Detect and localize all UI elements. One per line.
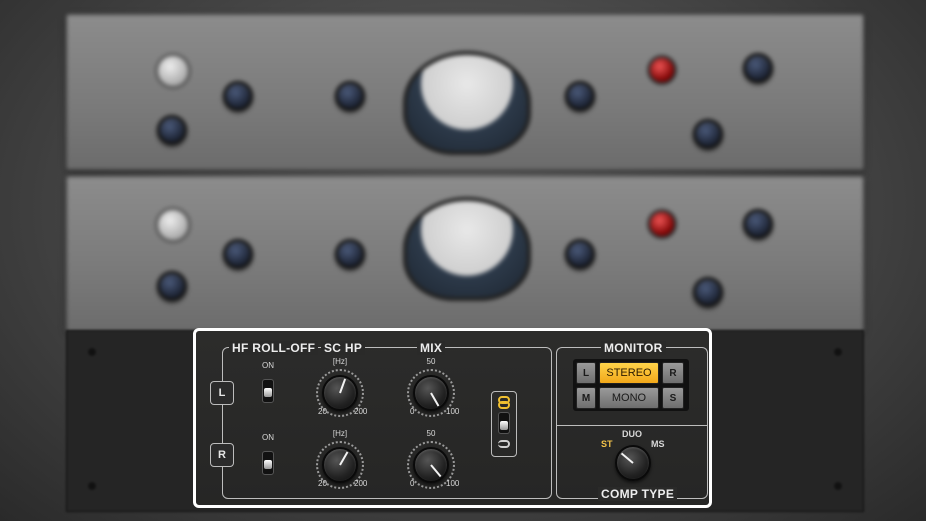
channel-l-button[interactable]: L [210,381,234,405]
sc-hp-unit-label-l: [Hz] [332,357,348,366]
sc-hp-knob-r[interactable] [322,447,358,483]
monitor-m-button[interactable]: M [576,387,596,409]
hf-on-label-r: ON [262,433,274,442]
mix-max-label-r: 100 [446,479,460,488]
monitor-r-button[interactable]: R [662,362,684,384]
sc-hp-max-label-l: 200 [354,407,368,416]
super-fine-knob-icon [743,53,773,83]
output-knob-icon [565,81,595,111]
sc-hp-unit-label-r: [Hz] [332,429,348,438]
monitor-stereo-button[interactable]: STEREO [599,362,659,384]
sc-hp-min-label-r: 20 [318,479,327,488]
rack-unit-bottom [66,176,864,332]
small-knob-icon [157,271,187,301]
recovery-knob-icon [223,81,253,111]
mix-knob-r[interactable] [413,447,449,483]
hf-on-label-l: ON [262,361,274,370]
output-knob-icon [565,239,595,269]
monitor-s-button[interactable]: S [662,387,684,409]
sc-hp-knob-l[interactable] [322,375,358,411]
comp-type-option-duo: DUO [622,429,642,439]
hf-rolloff-toggle-l[interactable] [262,379,274,403]
monitor-button-grid: L STEREO R M MONO S [573,359,689,411]
sc-hp-max-label-r: 200 [354,479,368,488]
monitor-header: MONITOR [601,341,666,355]
small-knob-icon [157,115,187,145]
mix-top-label-l: 50 [426,357,436,366]
mix-header: MIX [417,341,446,355]
screw-icon [87,347,97,357]
screw-icon [833,347,843,357]
auto-knob-icon [155,207,191,243]
unit-type-knob-icon [693,277,723,307]
hf-rolloff-toggle-r[interactable] [262,451,274,475]
comp-type-knob[interactable] [615,445,651,481]
comp-type-option-ms: MS [651,439,665,449]
link-icon-2 [498,401,510,409]
super-fine-knob-icon [743,209,773,239]
comp-type-option-st: ST [601,439,613,449]
mix-min-label-r: 0 [410,479,415,488]
mix-max-label-l: 100 [446,407,460,416]
unlink-icon [498,440,510,448]
mix-knob-l[interactable] [413,375,449,411]
sc-hp-header: SC HP [321,341,366,355]
hf-rolloff-header: HF ROLL-OFF [229,341,319,355]
recovery-knob-icon [223,239,253,269]
input-knob-icon [335,81,365,111]
channel-r-button[interactable]: R [210,443,234,467]
monitor-mono-button[interactable]: MONO [599,387,659,409]
monitor-l-button[interactable]: L [576,362,596,384]
mix-min-label-l: 0 [410,407,415,416]
channel-link-switch[interactable] [491,391,517,457]
rack-unit-top [66,14,864,170]
red-button-icon [647,209,677,239]
unit-type-knob-icon [693,119,723,149]
sc-hp-min-label-l: 20 [318,407,327,416]
link-toggle[interactable] [498,412,510,434]
red-button-icon [647,55,677,85]
mix-top-label-r: 50 [426,429,436,438]
vu-meter [403,197,531,301]
vu-meter [403,51,531,155]
comp-type-header: COMP TYPE [598,487,678,501]
screw-icon [833,481,843,491]
input-knob-icon [335,239,365,269]
screw-icon [87,481,97,491]
sidechain-control-panel: HF ROLL-OFF SC HP MIX L ON [Hz] 20 200 5… [193,328,712,508]
auto-knob-icon [155,53,191,89]
